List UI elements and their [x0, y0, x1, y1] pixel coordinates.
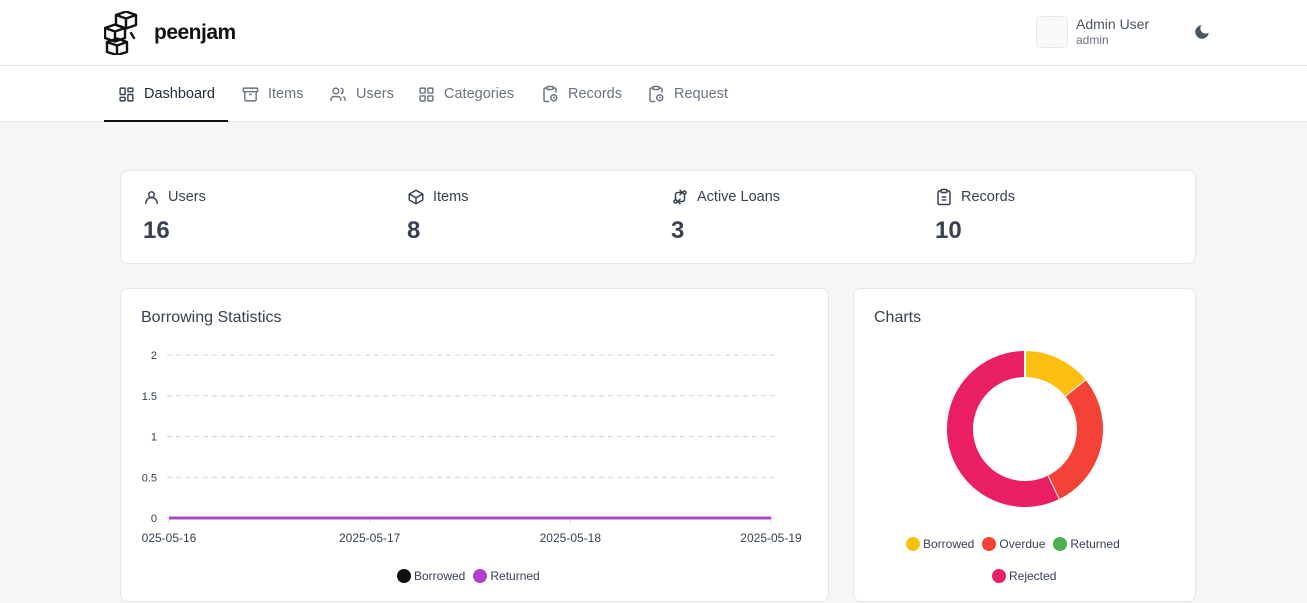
nav-item-request[interactable]: Request [647, 66, 728, 122]
x-tick-label: 2025-05-17 [339, 531, 401, 545]
charts-card: Charts Borrowed Overdue Returned Rejecte… [853, 288, 1196, 602]
grid-icon [419, 86, 434, 102]
stat-users: Users 16 [143, 187, 206, 245]
stats-panel: Users 16 Items 8 Active Loans 3 Records … [120, 170, 1196, 264]
legend-item-overdue[interactable]: Overdue [982, 537, 1045, 551]
cubes-logo-icon [104, 11, 138, 55]
legend-label: Rejected [1009, 569, 1057, 583]
legend-item-returned[interactable]: Returned [473, 569, 540, 583]
brand-name: peenjam [154, 21, 236, 44]
stat-label: Items [433, 189, 469, 205]
users-icon [330, 86, 346, 101]
swap-icon [673, 189, 687, 205]
archive-icon [242, 86, 259, 102]
stat-label: Records [961, 189, 1015, 205]
stat-label: Active Loans [697, 189, 781, 205]
box-icon [408, 189, 424, 205]
card-title: Borrowing Statistics [141, 309, 282, 326]
legend-dot [397, 569, 411, 583]
legend-dot [473, 569, 488, 583]
stat-records: Records 10 [935, 187, 1015, 245]
donut-legend-row-1: Borrowed Overdue Returned [906, 537, 1128, 551]
donut-legend-row-2: Rejected [992, 569, 1064, 583]
x-tick-label: 025-05-16 [142, 531, 197, 545]
nav-label-records: Records [568, 86, 622, 102]
nav-label-categories: Categories [444, 86, 515, 102]
card-title: Charts [874, 309, 922, 326]
legend-dot [906, 537, 920, 551]
stat-value: 10 [935, 217, 962, 244]
theme-toggle-button[interactable] [1191, 21, 1213, 43]
status-donut-chart [947, 351, 1103, 507]
nav-label-users: Users [356, 86, 394, 102]
donut-slice-rejected[interactable] [947, 351, 1059, 507]
donut-slice-borrowed[interactable] [1024, 351, 1086, 398]
y-tick-label: 1 [151, 432, 157, 444]
nav-item-items[interactable]: Items [242, 66, 303, 122]
nav-item-categories[interactable]: Categories [418, 66, 514, 122]
legend-label: Returned [1070, 537, 1120, 551]
avatar[interactable] [1036, 16, 1068, 48]
legend-item-borrowed[interactable]: Borrowed [906, 537, 974, 551]
y-tick-label: 0 [151, 513, 157, 525]
brand-logo[interactable]: peenjam [104, 11, 236, 55]
y-tick-label: 0.5 [142, 472, 157, 484]
clipboard-clock-icon [649, 85, 664, 103]
borrowing-statistics-card: Borrowing Statistics 0 0.5 1 1.5 2 025-05-16 2… [120, 288, 829, 602]
nav-label-items: Items [268, 86, 304, 102]
legend-label: Returned [490, 569, 540, 583]
nav-label-dashboard: Dashboard [144, 86, 215, 102]
stat-label: Users [168, 189, 206, 205]
top-header: peenjam Admin User admin [0, 0, 1307, 66]
stat-value: 3 [671, 217, 685, 244]
x-tick-label: 2025-05-18 [540, 531, 602, 545]
y-tick-label: 1.5 [142, 391, 157, 403]
active-tab-indicator [104, 120, 228, 122]
stat-active-loans: Active Loans 3 [671, 187, 780, 245]
legend-item-rejected[interactable]: Rejected [992, 569, 1056, 583]
main-nav: Dashboard Items Users Categories Records… [0, 66, 1307, 122]
y-tick-label: 2 [151, 350, 157, 362]
legend-dot [982, 537, 997, 551]
legend-item-borrowed[interactable]: Borrowed [397, 569, 465, 583]
stat-items: Items 8 [407, 187, 468, 245]
nav-item-records[interactable]: Records [541, 66, 622, 122]
nav-item-users[interactable]: Users [329, 66, 394, 122]
legend-dot [1053, 537, 1068, 551]
user-menu[interactable]: Admin User admin [1036, 16, 1149, 48]
nav-item-dashboard[interactable]: Dashboard [118, 66, 215, 122]
legend-item-returned[interactable]: Returned [1053, 537, 1120, 551]
user-name: Admin User [1076, 16, 1150, 32]
dashboard-icon [119, 86, 134, 102]
borrowing-line-chart: 0 0.5 1 1.5 2 025-05-16 2025-05-17 2025-05-18 20… [142, 350, 802, 545]
clipboard-clock-icon [543, 85, 558, 103]
legend-label: Overdue [999, 537, 1046, 551]
moon-icon [1195, 25, 1209, 39]
line-chart-legend: Borrowed Returned [397, 569, 548, 583]
nav-label-request: Request [674, 86, 729, 102]
x-tick-label: 2025-05-19 [740, 531, 802, 545]
stat-value: 8 [407, 217, 421, 244]
user-role: admin [1076, 33, 1109, 47]
clipboard-icon [937, 188, 951, 206]
legend-label: Borrowed [923, 537, 975, 551]
donut-slice-overdue[interactable] [1047, 380, 1103, 500]
stat-value: 16 [143, 217, 170, 244]
user-icon [145, 190, 158, 204]
legend-dot [992, 569, 1006, 583]
legend-label: Borrowed [414, 569, 466, 583]
